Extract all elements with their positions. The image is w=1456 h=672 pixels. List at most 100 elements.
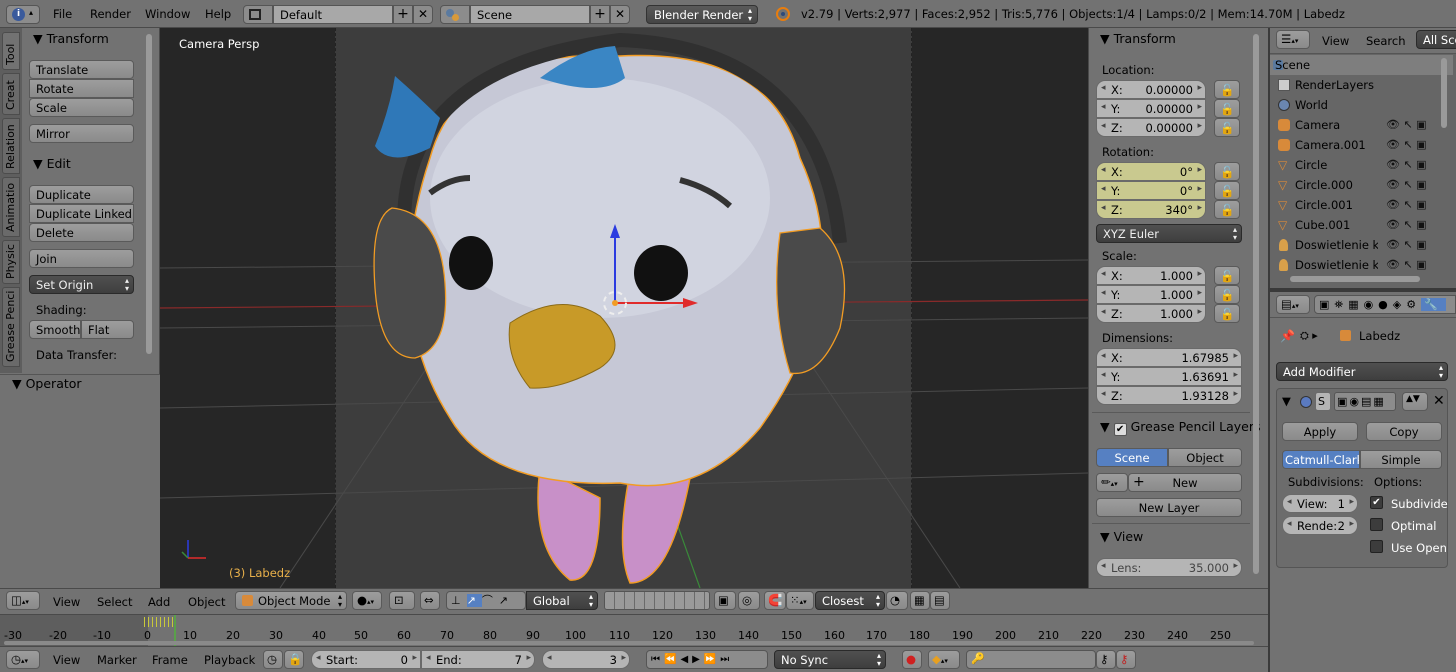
lock-range-icon[interactable]: 🔒 [284, 650, 304, 669]
gp-scene-button[interactable]: Scene [1096, 448, 1168, 467]
transform-orientation-dropdown[interactable]: Global ▴ ▾ [526, 591, 598, 610]
rotation-x-field[interactable]: ◂ X: 0° ▸ [1096, 162, 1206, 181]
properties-scrollbar[interactable] [1253, 34, 1259, 574]
render-levels-field[interactable]: ◂ Rende: 2 ▸ [1282, 516, 1358, 535]
scene-name[interactable]: Scene [477, 8, 512, 22]
scale-x-field[interactable]: ◂ X: 1.000 ▸ [1096, 266, 1206, 285]
add-layout-button[interactable]: + [393, 5, 413, 24]
set-origin-dropdown[interactable]: Set Origin ▴ ▾ [29, 275, 134, 294]
outliner-display-mode[interactable]: All Sce [1416, 30, 1456, 49]
lock-camera-layers-icon[interactable]: ▣ [714, 591, 736, 610]
view-levels-field[interactable]: ◂ View: 1 ▸ [1282, 494, 1358, 513]
flat-shading-button[interactable]: Flat [81, 320, 134, 339]
apply-modifier-button[interactable]: Apply [1282, 422, 1358, 441]
snap-toggle-icon[interactable]: 🧲 [764, 591, 786, 610]
active-keying-set-field[interactable]: 🔑 [966, 650, 1096, 669]
outliner-row-scene[interactable]: Scene [1270, 55, 1453, 75]
outliner-view-menu[interactable]: View [1322, 34, 1349, 48]
copy-modifier-button[interactable]: Copy [1366, 422, 1442, 441]
layout-name[interactable]: Default [280, 8, 322, 22]
lock-rotation-z-icon[interactable]: 🔓 [1214, 200, 1240, 219]
info-editor-menu-button[interactable]: i ▴ [6, 5, 40, 24]
grease-pencil-panel-header[interactable]: ▼ ✔ Grease Pencil Layers [1100, 419, 1261, 436]
rotate-button[interactable]: Rotate [29, 79, 134, 98]
duplicate-button[interactable]: Duplicate [29, 185, 134, 204]
menu-help[interactable]: Help [205, 7, 231, 21]
pin-icon[interactable]: 📌 [1280, 329, 1295, 343]
timeline-view-menu[interactable]: View [53, 653, 80, 667]
remove-layout-button[interactable]: ✕ [413, 5, 433, 24]
rotation-mode-dropdown[interactable]: XYZ Euler ▴ ▾ [1096, 224, 1242, 243]
location-x-field[interactable]: ◂ X: 0.00000 ▸ [1096, 80, 1206, 99]
viewport-shading-dropdown[interactable]: ●▴▾ [352, 591, 382, 610]
properties-context-tabs[interactable]: ▣⛯▦◉●◈⚙ 🔧 [1314, 295, 1456, 314]
opengl-render-icon[interactable]: ▦ [910, 591, 930, 610]
record-button[interactable]: ● [902, 650, 922, 669]
tab-physics[interactable]: Physic [2, 240, 20, 284]
transform-panel-header[interactable]: ▼ Transform [33, 31, 109, 46]
remove-scene-button[interactable]: ✕ [610, 5, 630, 24]
dimension-x-field[interactable]: ◂ X: 1.67985 ▸ [1096, 348, 1242, 367]
timeline-editor-button[interactable]: ◷▴▾ [6, 650, 40, 669]
translate-button[interactable]: Translate [29, 60, 134, 79]
outliner-editor-button[interactable]: ☰▴▾ [1276, 30, 1310, 49]
add-modifier-dropdown[interactable]: Add Modifier ▴ ▾ [1276, 362, 1448, 381]
editor-type-button[interactable]: ◫▴▾ [6, 591, 40, 610]
catmull-clark-button[interactable]: Catmull-Clark [1282, 450, 1360, 469]
lock-scale-z-icon[interactable]: 🔓 [1214, 304, 1240, 323]
modifier-name-field[interactable]: S [1315, 392, 1331, 411]
menu-file[interactable]: File [53, 7, 72, 21]
mirror-button[interactable]: Mirror [29, 124, 134, 143]
location-y-field[interactable]: ◂ Y: 0.00000 ▸ [1096, 99, 1206, 118]
lock-scale-y-icon[interactable]: 🔓 [1214, 285, 1240, 304]
use-opensubdiv-checkbox[interactable] [1370, 540, 1383, 553]
playback-controls[interactable]: ⏮⏪◀▶⏩⏭ [646, 650, 768, 669]
outliner-scrollbar[interactable] [1441, 58, 1447, 128]
tool-shelf-scrollbar[interactable] [146, 34, 152, 354]
tab-tool[interactable]: Tool [2, 32, 20, 70]
location-z-field[interactable]: ◂ Z: 0.00000 ▸ [1096, 118, 1206, 137]
timeline-frame-menu[interactable]: Frame [152, 653, 188, 667]
3d-viewport[interactable]: Camera Persp (3) Labedz [160, 28, 1088, 588]
proportional-edit-icon[interactable]: ◎ [738, 591, 760, 610]
collapse-modifier-icon[interactable]: ▼ [1282, 394, 1291, 408]
lock-location-y-icon[interactable]: 🔓 [1214, 99, 1240, 118]
manipulator-toggle[interactable]: ⇔ [420, 591, 440, 610]
lock-rotation-y-icon[interactable]: 🔓 [1214, 181, 1240, 200]
scale-y-field[interactable]: ◂ Y: 1.000 ▸ [1096, 285, 1206, 304]
tab-create[interactable]: Creat [2, 73, 20, 115]
render-engine-dropdown[interactable]: Blender Render ▴ ▾ [646, 5, 758, 24]
remove-modifier-icon[interactable]: ✕ [1433, 393, 1445, 409]
properties-editor-button[interactable]: ▤▴▾ [1276, 295, 1310, 314]
add-scene-button[interactable]: + [590, 5, 610, 24]
rotation-z-field[interactable]: ◂ Z: 340° ▸ [1096, 200, 1206, 219]
layout-selector[interactable]: Default + ✕ [243, 5, 433, 24]
optimal-display-checkbox[interactable] [1370, 518, 1383, 531]
outliner-row-renderlayers[interactable]: RenderLayers [1270, 75, 1453, 95]
snap-align-icon[interactable]: ◔ [886, 591, 908, 610]
gp-object-button[interactable]: Object [1168, 448, 1242, 467]
visibility-row-icons[interactable]: 👁 ↖ ▣ [1378, 115, 1448, 135]
tab-relation[interactable]: Relation [2, 118, 20, 174]
lens-field[interactable]: ◂ Lens: 35.000 ▸ [1096, 558, 1242, 577]
modifier-display-toggles[interactable]: ▣◉▤▦ [1334, 392, 1396, 411]
lock-rotation-x-icon[interactable]: 🔓 [1214, 162, 1240, 181]
enable-checkbox[interactable]: ✔ [1113, 423, 1127, 436]
gp-datablock-icon[interactable]: ✏▴▾ [1096, 473, 1128, 492]
add-menu[interactable]: Add [148, 595, 170, 609]
menu-render[interactable]: Render [90, 7, 131, 21]
dimension-z-field[interactable]: ◂ Z: 1.93128 ▸ [1096, 386, 1242, 405]
dimension-y-field[interactable]: ◂ Y: 1.63691 ▸ [1096, 367, 1242, 386]
scale-button[interactable]: Scale [29, 98, 134, 117]
transform-n-panel-header[interactable]: ▼ Transform [1100, 31, 1176, 46]
sync-mode-dropdown[interactable]: No Sync ▴ ▾ [774, 650, 886, 669]
rotation-y-field[interactable]: ◂ Y: 0° ▸ [1096, 181, 1206, 200]
outliner-row-world[interactable]: World [1270, 95, 1453, 115]
current-frame-field[interactable]: ◂ 3 ▸ [542, 650, 630, 669]
snap-target-dropdown[interactable]: Closest ▴ ▾ [815, 591, 885, 610]
duplicate-linked-button[interactable]: Duplicate Linked [29, 204, 134, 223]
lock-location-z-icon[interactable]: 🔓 [1214, 118, 1240, 137]
lock-location-x-icon[interactable]: 🔓 [1214, 80, 1240, 99]
snap-element-dropdown[interactable]: ⁙▴▾ [786, 591, 814, 610]
subdivide-uvs-checkbox[interactable]: ✔ [1370, 496, 1383, 509]
